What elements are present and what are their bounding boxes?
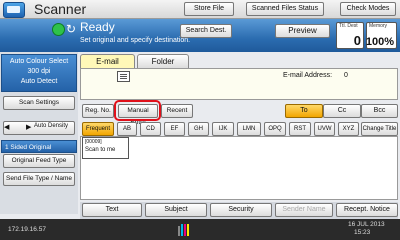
index-tab-cd[interactable]: CD <box>140 122 161 136</box>
app-title: Scanner <box>34 1 87 17</box>
toner-level-icon <box>178 222 190 236</box>
resolution-text: 300 dpi <box>27 68 51 75</box>
total-destinations-counter: Ttl. Dest 0 <box>336 22 364 49</box>
colour-mode-text: Auto Colour Select <box>9 58 69 65</box>
index-tab-lmn[interactable]: LMN <box>237 122 261 136</box>
tab-folder[interactable]: Folder <box>137 54 189 69</box>
index-tab-rst[interactable]: RST <box>289 122 311 136</box>
original-type-indicator: 1 Sided Original <box>1 140 77 153</box>
total-destinations-label: Ttl. Dest <box>339 23 358 29</box>
email-address-label: E-mail Address: <box>283 72 333 79</box>
preview-button[interactable]: Preview <box>275 24 330 38</box>
store-file-button[interactable]: Store File <box>184 2 234 16</box>
check-modes-button[interactable]: Check Modes <box>340 2 396 16</box>
instruction-text: Set original and specify destination. <box>80 37 191 44</box>
density-decrease-icon[interactable]: ◀ <box>4 123 9 131</box>
scan-mode-summary: Auto Colour Select 300 dpi Auto Detect <box>1 54 77 92</box>
density-increase-icon[interactable]: ▶ <box>26 123 31 131</box>
date-display: 16 JUL 2013 <box>348 221 385 228</box>
index-tab-opq[interactable]: OPQ <box>264 122 286 136</box>
manual-entry-highlight <box>114 100 161 121</box>
destination-entry-number: [00009] <box>85 139 102 145</box>
bcc-button[interactable]: Bcc <box>361 104 398 118</box>
index-tab-ab[interactable]: AB <box>117 122 137 136</box>
ready-status-text: Ready <box>80 20 115 34</box>
footer-bar <box>0 219 400 240</box>
time-display: 15:23 <box>354 229 371 236</box>
index-tab-ijk[interactable]: IJK <box>212 122 234 136</box>
tab-email[interactable]: E-mail <box>80 54 135 69</box>
memory-counter: Memory 100% <box>366 22 397 49</box>
destination-entry-name: Scan to me <box>85 147 116 153</box>
index-tab-ef[interactable]: EF <box>164 122 185 136</box>
subject-button[interactable]: Subject <box>145 203 207 217</box>
index-tab-frequent[interactable]: Frequent <box>82 122 114 136</box>
recept-notice-button[interactable]: Recept. Notice <box>336 203 398 217</box>
original-feed-type-button[interactable]: Original Feed Type <box>3 154 75 168</box>
text-button[interactable]: Text <box>82 203 142 217</box>
destination-list-icon <box>117 71 130 82</box>
scanner-icon <box>3 2 25 18</box>
auto-density-button[interactable]: Auto Density <box>34 123 68 129</box>
email-address-count: 0 <box>344 72 348 79</box>
to-button[interactable]: To <box>285 104 323 118</box>
memory-value: 100% <box>365 36 394 48</box>
search-destination-button[interactable]: Search Dest. <box>180 24 232 38</box>
reg-no-button[interactable]: Reg. No. <box>82 104 114 118</box>
memory-label: Memory <box>369 23 388 29</box>
recent-button[interactable]: Recent <box>161 104 193 118</box>
index-tab-gh[interactable]: GH <box>188 122 209 136</box>
change-title-button[interactable]: Change Title <box>361 122 398 136</box>
send-file-type-button[interactable]: Send File Type / Name <box>3 172 75 186</box>
detect-mode-text: Auto Detect <box>20 78 58 85</box>
refresh-icon: ↻ <box>66 22 77 36</box>
index-tab-xyz[interactable]: XYZ <box>338 122 359 136</box>
total-destinations-value: 0 <box>353 33 361 48</box>
index-tab-uvw[interactable]: UVW <box>314 122 335 136</box>
ready-status-icon <box>52 23 65 36</box>
destination-entry[interactable]: [00009] Scan to me <box>82 137 129 159</box>
scanned-files-status-button[interactable]: Scanned Files Status <box>246 2 324 16</box>
sender-name-button[interactable]: Sender Name <box>275 203 333 217</box>
cc-button[interactable]: Cc <box>323 104 361 118</box>
ip-address: 172.19.16.57 <box>8 226 46 233</box>
scan-settings-button[interactable]: Scan Settings <box>3 96 75 110</box>
security-button[interactable]: Security <box>210 203 272 217</box>
